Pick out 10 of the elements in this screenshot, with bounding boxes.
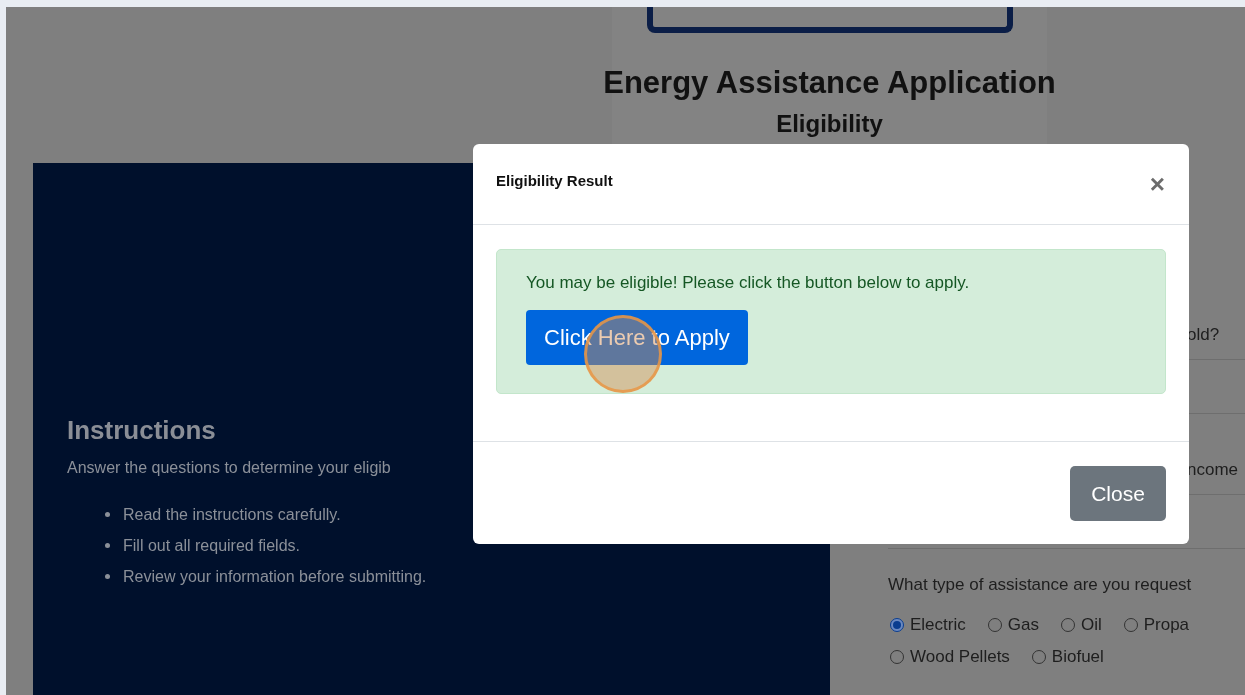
alert-message: You may be eligible! Please click the button below to apply. [526,272,971,294]
instruction-item: Review your information before submitting. [123,567,427,587]
instruction-item: Fill out all required fields. [123,536,300,556]
page-subtitle: Eligibility [776,110,883,138]
question-label: What type of assistance are you request [888,575,1193,595]
modal-title: Eligibility Result [496,172,613,189]
instructions-text: Answer the questions to determine your eligib [67,458,392,478]
instruction-item: Read the instructions carefully. [123,505,341,525]
page-title: Energy Assistance Application [603,64,1056,102]
instructions-heading: Instructions [67,415,217,445]
